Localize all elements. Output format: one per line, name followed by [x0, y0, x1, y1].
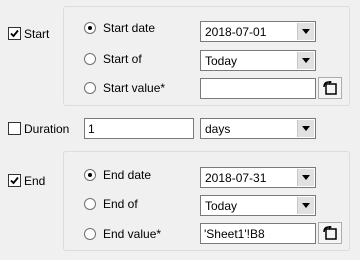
end-of-combo[interactable]: Today	[200, 195, 316, 216]
start-date-dropdown-button[interactable]	[297, 23, 314, 40]
start-date-combo[interactable]: 2018-07-01	[200, 21, 316, 42]
duration-unit-value: days	[205, 122, 231, 136]
chevron-down-icon	[302, 58, 310, 63]
range-picker-icon	[323, 226, 337, 240]
start-date-radio[interactable]	[84, 22, 96, 34]
duration-checkbox[interactable]	[8, 122, 21, 135]
start-value-input[interactable]	[200, 78, 316, 99]
end-of-label: End of	[103, 197, 138, 211]
duration-amount-value: 1	[88, 122, 95, 136]
end-date-dropdown-button[interactable]	[297, 169, 314, 186]
end-date-radio[interactable]	[84, 169, 96, 181]
start-checkbox-label: Start	[24, 27, 50, 41]
end-value-label: End value*	[103, 227, 162, 241]
duration-unit-dropdown-button[interactable]	[297, 120, 314, 137]
start-value-label: Start value*	[103, 81, 166, 95]
start-date-label: Start date	[103, 21, 156, 35]
start-date-value: 2018-07-01	[205, 25, 267, 39]
end-range-picker-button[interactable]	[318, 222, 342, 244]
chevron-down-icon	[302, 126, 310, 131]
start-of-label: Start of	[103, 52, 142, 66]
end-of-dropdown-button[interactable]	[297, 197, 314, 214]
chevron-down-icon	[302, 203, 310, 208]
start-of-combo[interactable]: Today	[200, 50, 316, 71]
end-checkbox-label: End	[24, 174, 46, 188]
start-range-picker-button[interactable]	[318, 77, 342, 99]
end-value-input[interactable]: 'Sheet1'!B8	[200, 223, 316, 244]
start-of-value: Today	[205, 54, 238, 68]
end-of-value: Today	[205, 199, 238, 213]
range-picker-icon	[323, 81, 337, 95]
checkmark-icon	[10, 176, 19, 185]
duration-checkbox-label: Duration	[24, 122, 70, 136]
end-date-label: End date	[103, 168, 152, 182]
chevron-down-icon	[302, 175, 310, 180]
end-date-combo[interactable]: 2018-07-31	[200, 167, 316, 188]
end-of-radio[interactable]	[84, 198, 96, 210]
start-of-dropdown-button[interactable]	[297, 52, 314, 69]
start-checkbox[interactable]	[8, 27, 21, 40]
end-checkbox[interactable]	[8, 174, 21, 187]
end-date-value: 2018-07-31	[205, 171, 267, 185]
chevron-down-icon	[302, 29, 310, 34]
end-value-text: 'Sheet1'!B8	[204, 227, 265, 241]
end-value-radio[interactable]	[84, 228, 96, 240]
duration-amount-input[interactable]: 1	[84, 118, 194, 139]
checkmark-icon	[10, 29, 19, 38]
duration-unit-combo[interactable]: days	[200, 118, 316, 139]
start-value-radio[interactable]	[84, 82, 96, 94]
start-of-radio[interactable]	[84, 53, 96, 65]
